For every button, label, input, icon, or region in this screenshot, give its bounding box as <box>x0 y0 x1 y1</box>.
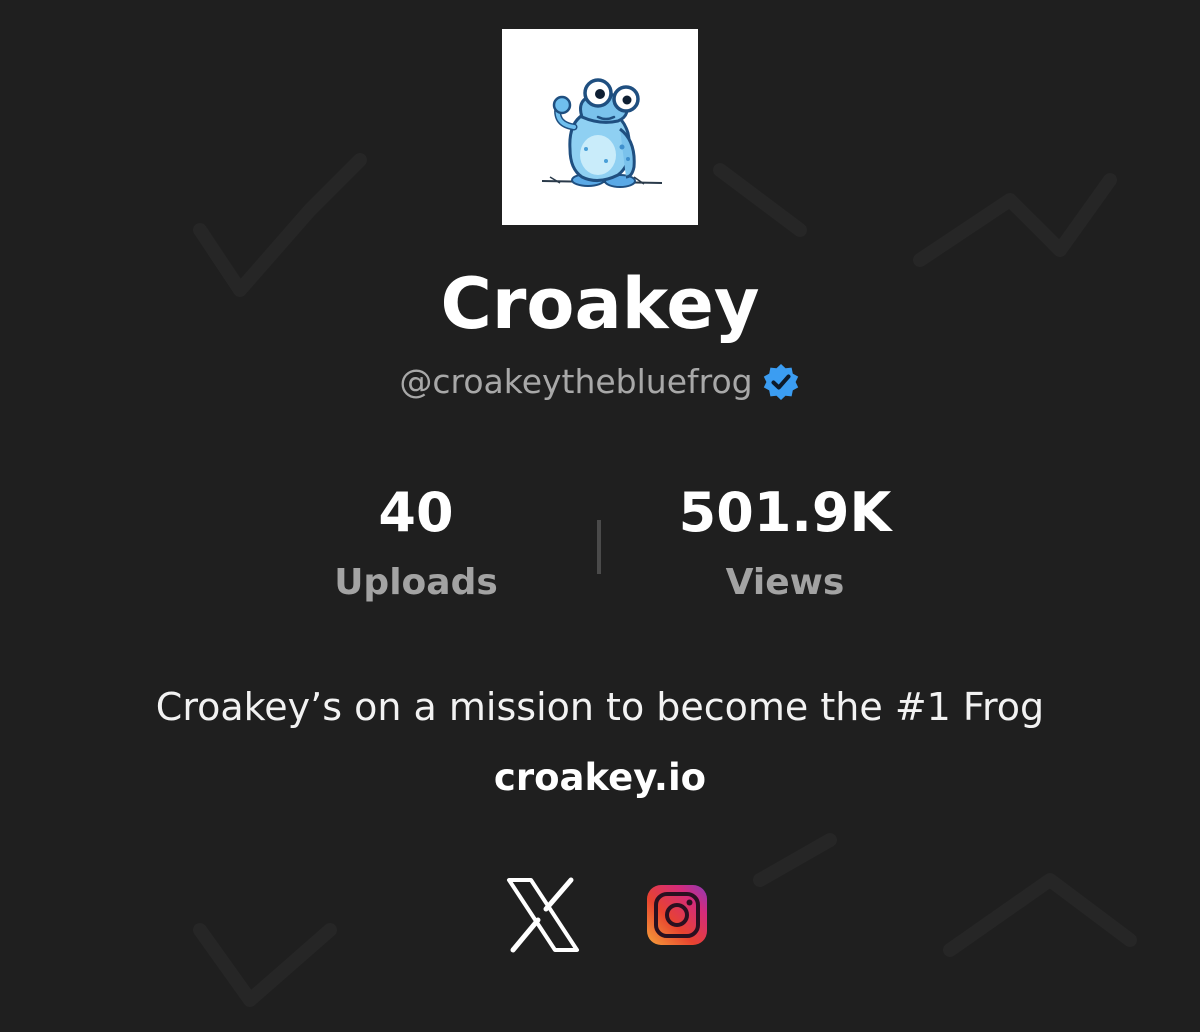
x-link[interactable] <box>493 876 581 958</box>
display-name: Croakey <box>440 263 760 345</box>
avatar[interactable] <box>502 29 698 225</box>
instagram-icon <box>647 885 707 945</box>
x-icon <box>507 877 579 953</box>
handle-row: @croakeythebluefrog <box>0 360 1200 404</box>
stat-value-views: 501.9K <box>678 481 892 544</box>
social-links <box>0 876 1200 958</box>
profile-header: Croakey @croakeythebluefrog 40 Uploads 5… <box>0 0 1200 1032</box>
username-handle: @croakeythebluefrog <box>399 362 753 401</box>
website-link[interactable]: croakey.io <box>0 752 1200 804</box>
stat-label-views: Views <box>725 562 845 603</box>
stat-views[interactable]: 501.9K Views <box>640 478 930 608</box>
stat-value-uploads: 40 <box>378 481 454 544</box>
instagram-link[interactable] <box>647 885 707 949</box>
profile-bio: Croakey’s on a mission to become the #1 … <box>155 685 1045 729</box>
stat-uploads[interactable]: 40 Uploads <box>300 478 532 608</box>
stats-divider <box>597 520 601 574</box>
verified-badge-icon <box>763 364 798 400</box>
stat-label-uploads: Uploads <box>334 562 498 603</box>
frog-avatar-icon <box>502 29 698 225</box>
